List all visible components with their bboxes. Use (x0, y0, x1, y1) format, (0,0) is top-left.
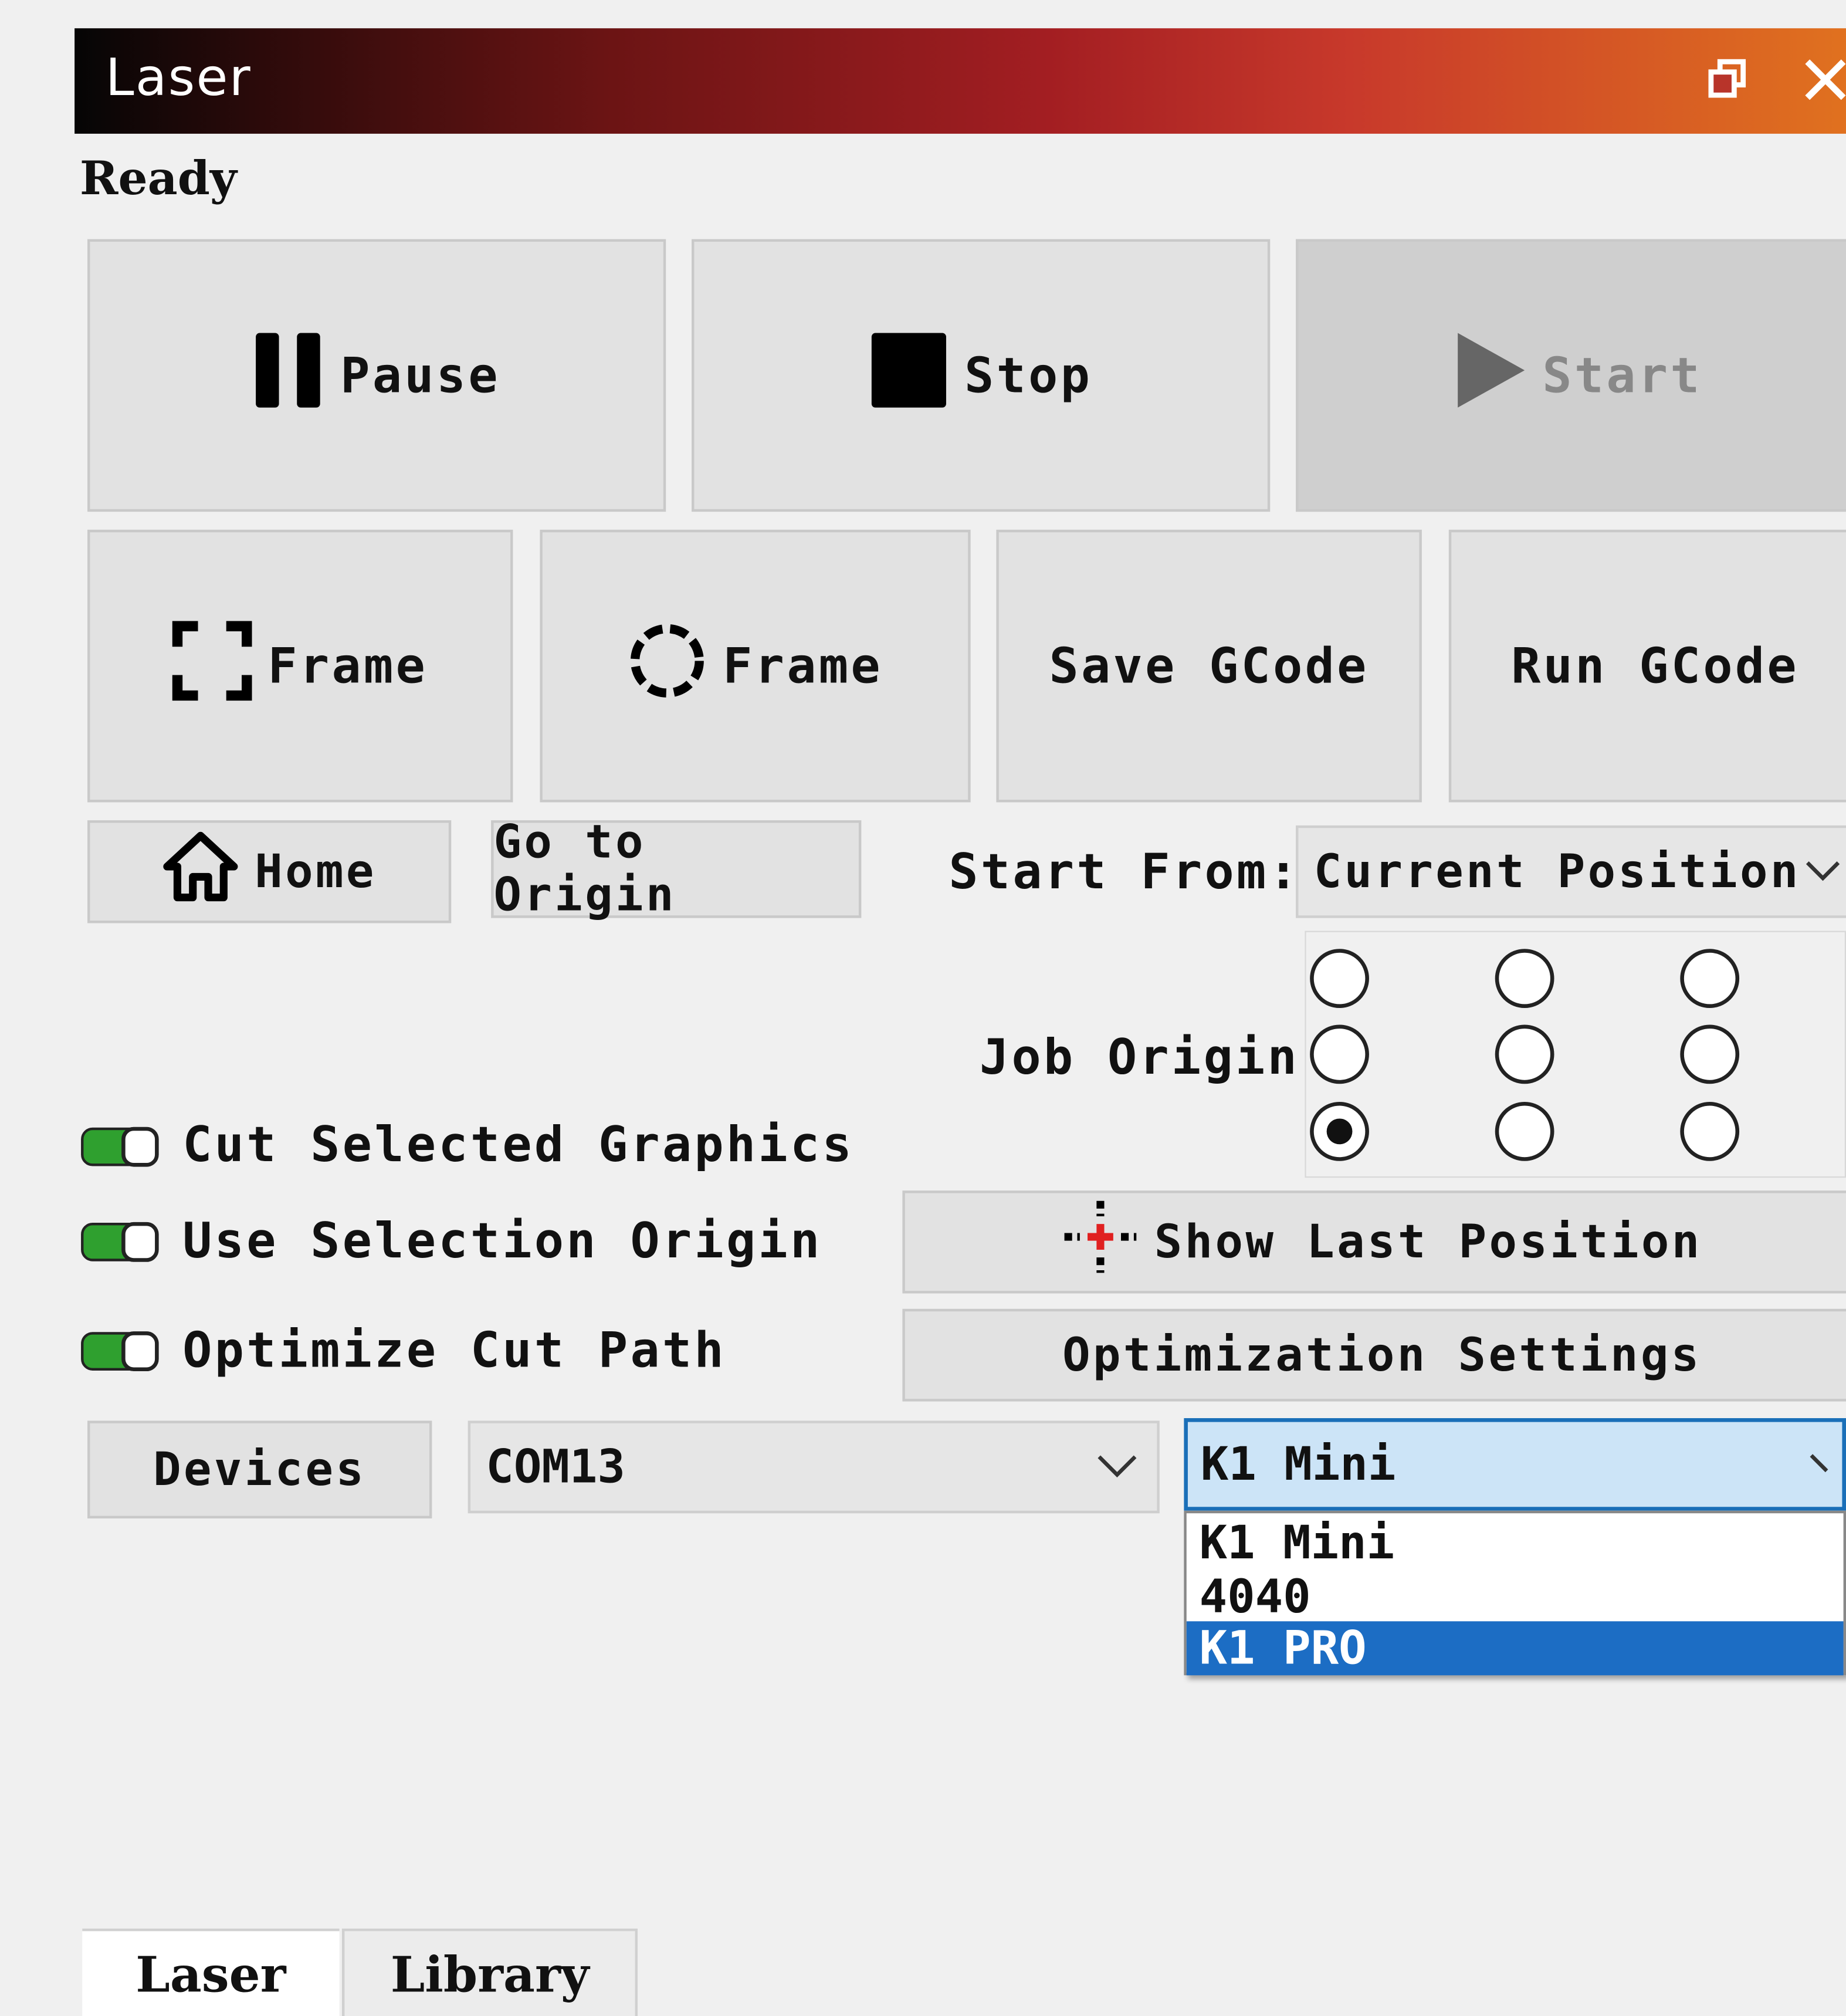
optimization-settings-button[interactable]: Optimization Settings (902, 1308, 1846, 1402)
start-from-select[interactable]: Current Position (1296, 825, 1846, 918)
cut-selected-graphics-label: Cut Selected Graphics (182, 1116, 855, 1173)
use-selection-origin-label: Use Selection Origin (182, 1212, 822, 1269)
start-from-value: Current Position (1313, 845, 1801, 898)
home-icon (162, 830, 239, 914)
origin-radio-bottom-left[interactable] (1310, 1101, 1369, 1161)
window-title: Laser (105, 49, 252, 109)
restore-window-icon[interactable] (1705, 54, 1756, 106)
devices-button[interactable]: Devices (87, 1420, 432, 1518)
tab-bar: Laser Library (74, 1928, 1846, 2016)
origin-radio-top-right[interactable] (1680, 949, 1740, 1009)
play-icon (1455, 330, 1527, 421)
start-label: Start (1542, 347, 1702, 404)
frame-circle-label: Frame (723, 637, 883, 695)
frame-rectangle-icon (172, 620, 253, 712)
model-value: K1 Mini (1200, 1438, 1396, 1491)
model-dropdown-list: K1 Mini 4040 K1 PRO (1184, 1510, 1846, 1676)
model-option-highlighted[interactable]: K1 PRO (1186, 1621, 1844, 1676)
run-gcode-button[interactable]: Run GCode (1448, 529, 1846, 803)
run-gcode-label: Run GCode (1511, 637, 1799, 695)
origin-radio-top-center[interactable] (1495, 949, 1554, 1009)
title-bar (74, 28, 1846, 134)
use-selection-origin-toggle[interactable] (80, 1222, 160, 1263)
chevron-down-icon (1805, 828, 1841, 915)
home-button[interactable]: Home (87, 820, 452, 924)
stop-button[interactable]: Stop (692, 239, 1271, 512)
origin-radio-top-left[interactable] (1310, 949, 1369, 1009)
model-select[interactable]: K1 Mini (1184, 1418, 1846, 1511)
chevron-down-icon (1808, 1422, 1834, 1507)
frame-rect-label: Frame (267, 637, 428, 695)
origin-radio-bottom-center[interactable] (1495, 1101, 1554, 1161)
frame-circle-button[interactable]: Frame (540, 529, 971, 803)
status-text: Ready (79, 151, 237, 206)
chevron-down-icon (1095, 1423, 1139, 1511)
model-option[interactable]: K1 Mini (1187, 1516, 1844, 1570)
origin-radio-bottom-right[interactable] (1680, 1101, 1740, 1161)
close-icon[interactable] (1800, 54, 1846, 106)
origin-radio-middle-left[interactable] (1310, 1024, 1369, 1084)
pause-label: Pause (340, 347, 500, 404)
show-last-position-button[interactable]: Show Last Position (902, 1190, 1846, 1294)
tab-laser[interactable]: Laser (82, 1928, 340, 2016)
origin-radio-middle-right[interactable] (1680, 1024, 1740, 1084)
optimize-cut-path-toggle[interactable] (80, 1331, 160, 1372)
stop-label: Stop (964, 347, 1093, 404)
go-to-origin-button[interactable]: Go to Origin (491, 816, 862, 922)
devices-label: Devices (153, 1443, 367, 1496)
show-last-position-label: Show Last Position (1154, 1215, 1702, 1269)
stop-icon (869, 330, 949, 421)
pause-button[interactable]: Pause (87, 239, 666, 512)
save-gcode-button[interactable]: Save GCode (996, 529, 1422, 803)
job-origin-grid (1305, 931, 1846, 1178)
port-value: COM13 (486, 1440, 625, 1494)
optimize-cut-path-label: Optimize Cut Path (182, 1321, 727, 1379)
model-option[interactable]: 4040 (1187, 1570, 1844, 1624)
frame-rect-button[interactable]: Frame (87, 529, 513, 803)
port-select[interactable]: COM13 (468, 1420, 1160, 1514)
pause-icon (253, 330, 325, 421)
job-origin-label: Job Origin (979, 1029, 1300, 1085)
start-from-label: Start From: (949, 843, 1301, 900)
crosshair-icon (1062, 1198, 1139, 1286)
cut-selected-graphics-toggle[interactable] (80, 1127, 160, 1168)
frame-circle-icon (628, 620, 707, 712)
home-label: Home (255, 845, 377, 898)
origin-radio-center[interactable] (1495, 1024, 1554, 1084)
optimization-settings-label: Optimization Settings (1062, 1328, 1702, 1382)
save-gcode-label: Save GCode (1049, 637, 1369, 695)
go-to-origin-label: Go to Origin (493, 816, 676, 922)
start-button[interactable]: Start (1296, 239, 1846, 512)
tab-library[interactable]: Library (341, 1928, 638, 2016)
